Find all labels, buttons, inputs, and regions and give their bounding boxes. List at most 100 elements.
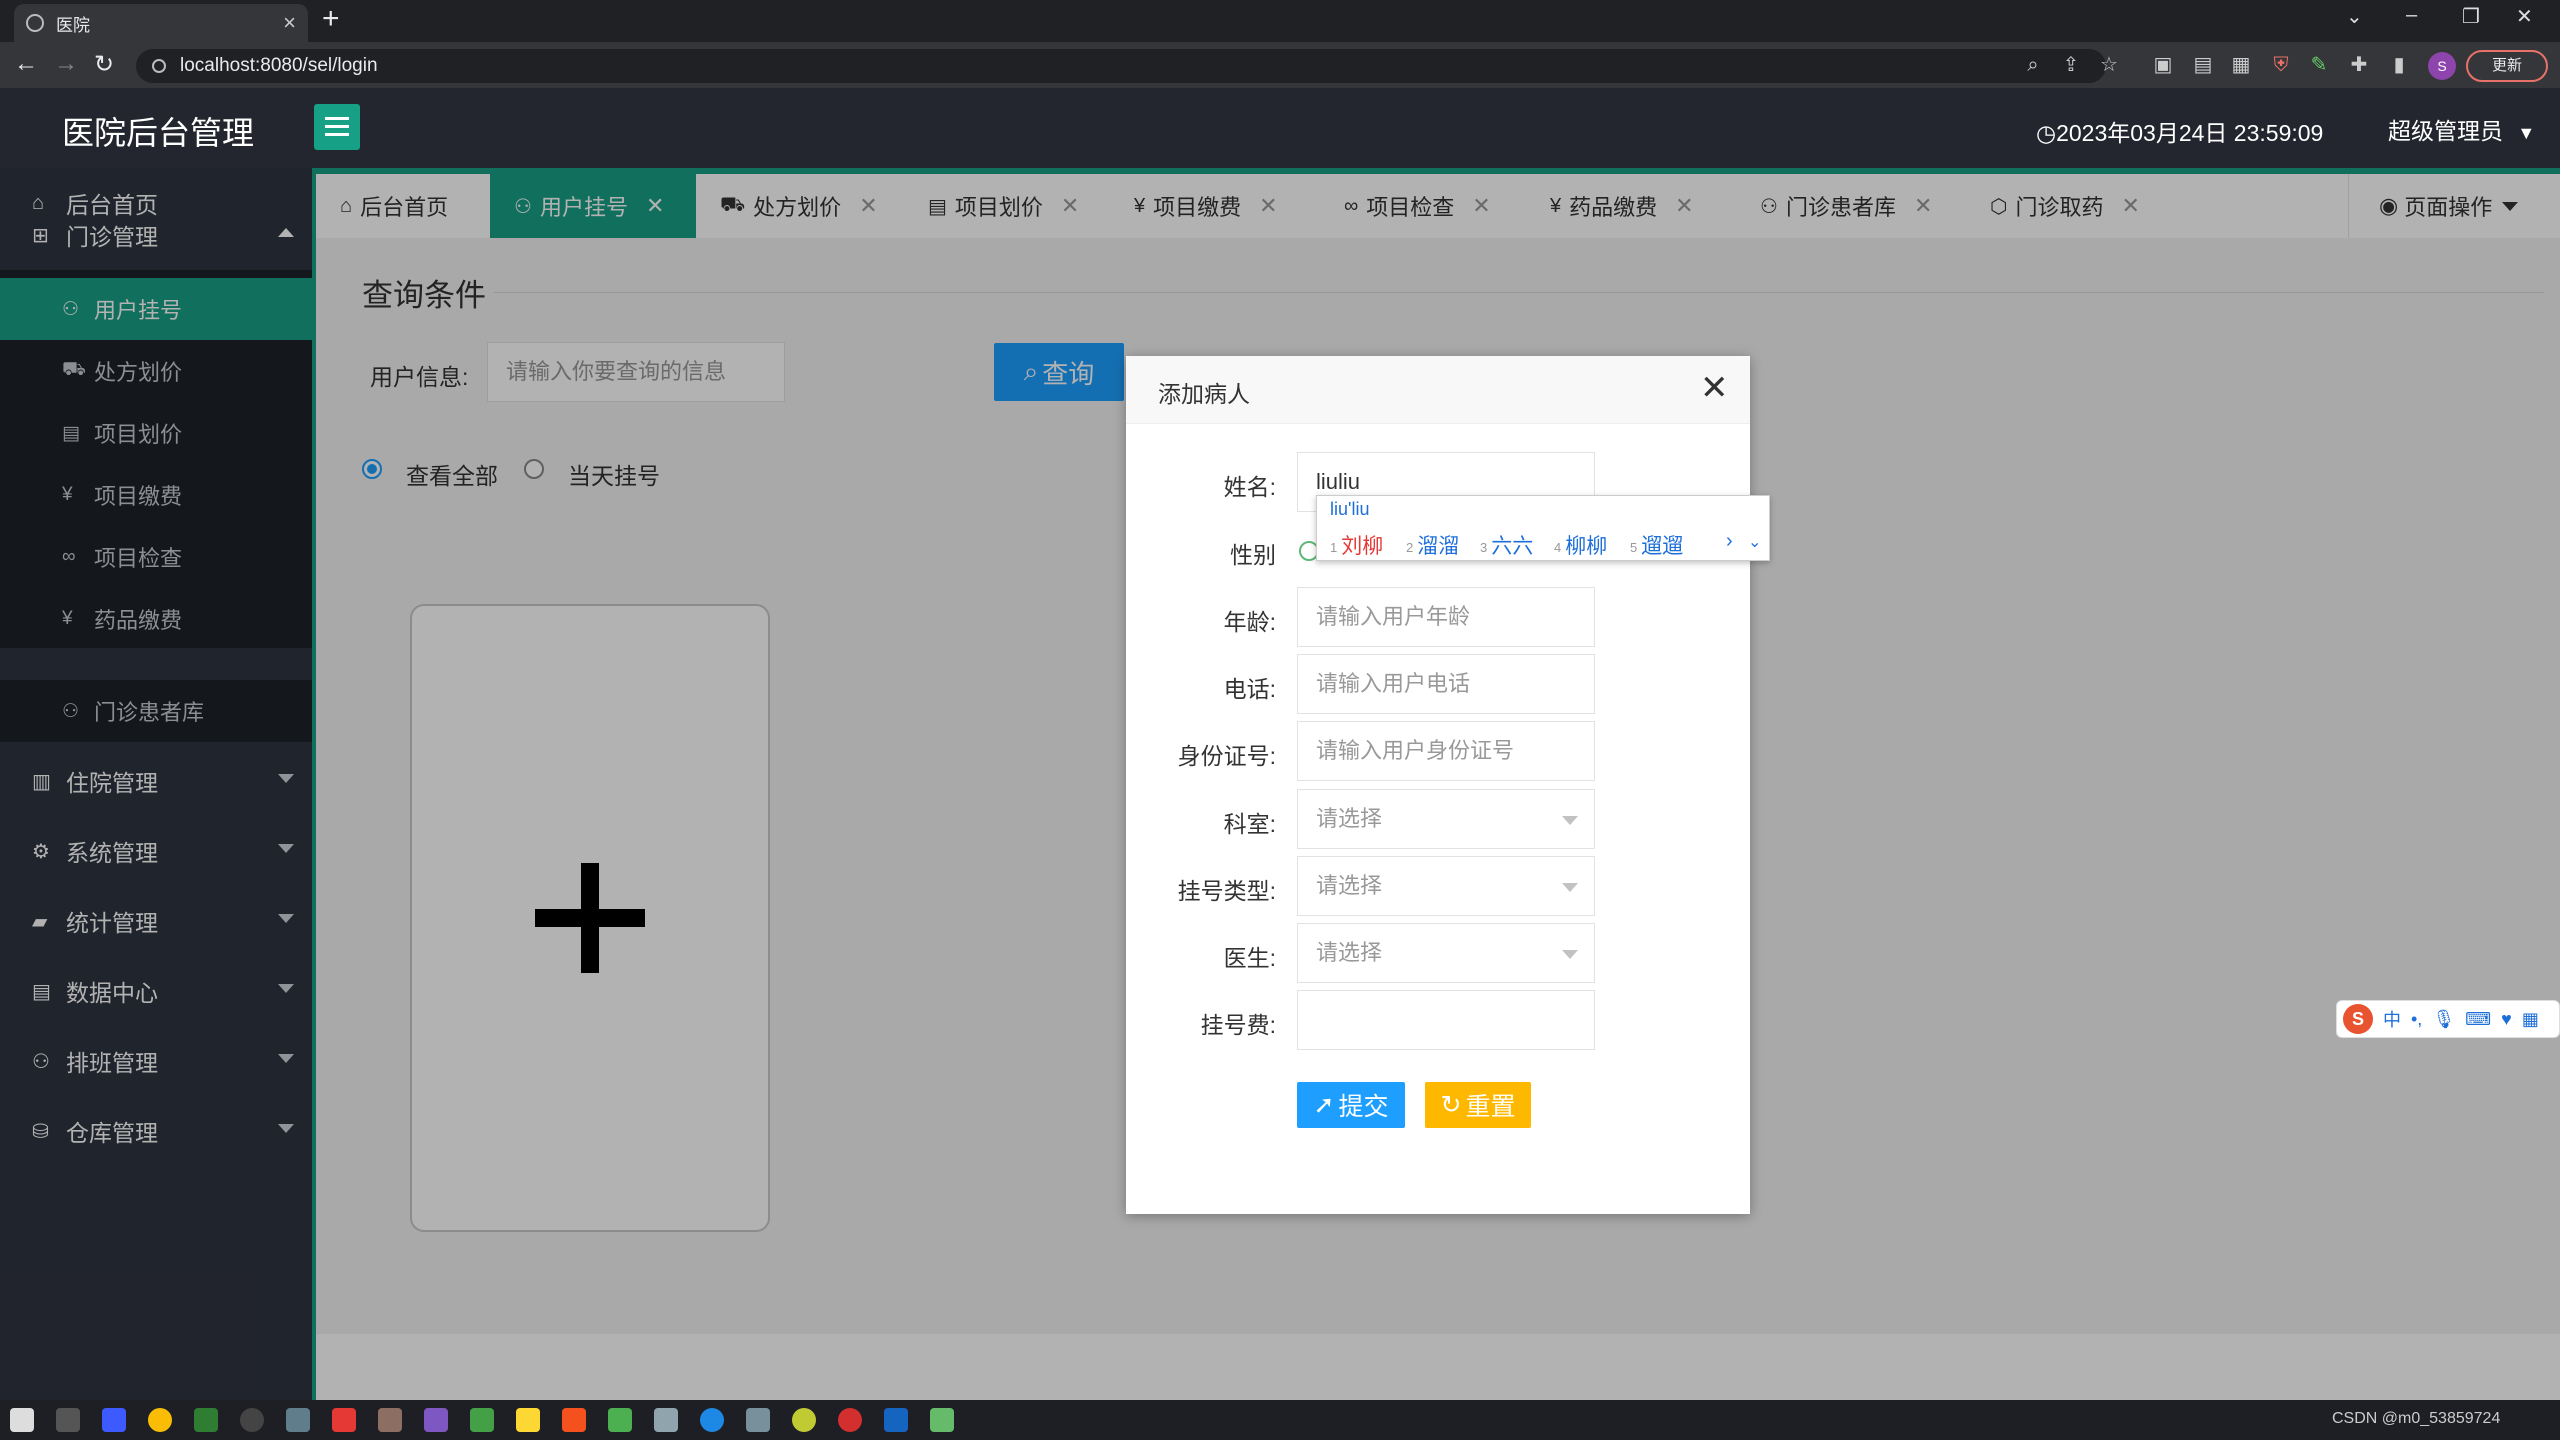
reload-icon[interactable]: ↻ <box>94 50 114 79</box>
app-icon[interactable] <box>240 1408 264 1432</box>
header-user-menu[interactable]: 超级管理员 ▼ <box>2388 112 2535 146</box>
send-icon: ➚ <box>1313 1091 1335 1119</box>
id-number-input[interactable]: 请输入用户身份证号 <box>1297 721 1595 781</box>
folder-icon[interactable] <box>516 1408 540 1432</box>
registration-type-label: 挂号类型: <box>1177 878 1276 904</box>
ime-candidate[interactable]: 2 溜溜 <box>1406 530 1459 560</box>
ime-candidate[interactable]: 5 遛遛 <box>1630 530 1683 560</box>
update-button[interactable]: 更新 <box>2466 50 2548 82</box>
app-icon[interactable] <box>700 1408 724 1432</box>
app-icon[interactable] <box>746 1408 770 1432</box>
app-icon[interactable] <box>654 1408 678 1432</box>
zoom-icon[interactable]: ⌕ <box>2020 52 2046 78</box>
bookmark-star-icon[interactable]: ☆ <box>2096 52 2122 78</box>
reset-button[interactable]: ↻ 重置 <box>1425 1082 1531 1128</box>
forward-icon[interactable]: → <box>54 50 78 78</box>
registration-type-select[interactable]: 请选择 <box>1297 856 1595 916</box>
microphone-icon[interactable]: 🎙 <box>2432 1009 2455 1030</box>
close-window-icon[interactable]: ✕ <box>2516 4 2533 29</box>
app-icon[interactable] <box>102 1408 126 1432</box>
skin-icon[interactable]: ♥ <box>2501 1009 2512 1030</box>
word-icon[interactable] <box>884 1408 908 1432</box>
extension-icon[interactable]: ▣ <box>2150 52 2176 78</box>
share-icon[interactable]: ⇪ <box>2058 52 2084 78</box>
tray-watermark: CSDN @m0_53859724 <box>2332 1410 2501 1427</box>
restore-icon[interactable]: ❐ <box>2462 4 2480 29</box>
ime-next-page-icon[interactable]: › <box>1726 530 1733 553</box>
caret-down-icon <box>1562 950 1578 959</box>
select-placeholder: 请选择 <box>1316 940 1383 965</box>
refresh-icon: ↻ <box>1440 1091 1462 1119</box>
app-icon[interactable] <box>332 1408 356 1432</box>
doctor-select[interactable]: 请选择 <box>1297 923 1595 983</box>
tab-search-icon[interactable]: ⌄ <box>2346 4 2363 29</box>
wechat-icon[interactable] <box>608 1408 632 1432</box>
phone-input[interactable]: 请输入用户电话 <box>1297 654 1595 714</box>
close-icon[interactable]: ✕ <box>1700 368 1729 408</box>
user-name: 超级管理员 <box>2388 118 2503 144</box>
hamburger-icon <box>325 133 349 136</box>
punctuation-icon[interactable]: •, <box>2411 1009 2422 1030</box>
ime-toolbar[interactable]: S 中 •, 🎙 ⌨ ♥ ▦ <box>2336 1000 2560 1038</box>
sidepanel-icon[interactable]: ▮ <box>2386 52 2412 78</box>
app-icon[interactable] <box>470 1408 494 1432</box>
dialog-title: 添加病人 <box>1158 381 1250 407</box>
app-icon[interactable] <box>378 1408 402 1432</box>
phone-label: 电话: <box>1223 676 1276 702</box>
browser-tabstrip <box>0 0 2560 42</box>
gender-label: 性别 <box>1230 542 1276 568</box>
shield-icon[interactable]: ⛨ <box>2268 52 2294 78</box>
app-icon[interactable] <box>930 1408 954 1432</box>
fee-label: 挂号费: <box>1200 1012 1276 1038</box>
reset-label: 重置 <box>1465 1093 1516 1121</box>
apps-icon[interactable]: ▦ <box>2522 1009 2539 1030</box>
submit-button[interactable]: ➚ 提交 <box>1297 1082 1405 1128</box>
profile-avatar[interactable]: S <box>2428 52 2456 80</box>
caret-down-icon: ▼ <box>2517 123 2536 143</box>
url-text: localhost:8080/sel/login <box>180 55 378 76</box>
app-icon[interactable] <box>792 1408 816 1432</box>
ime-composition: liu'liu <box>1330 499 1370 519</box>
extension-icon[interactable]: ▦ <box>2228 52 2254 78</box>
age-input[interactable]: 请输入用户年龄 <box>1297 587 1595 647</box>
ime-expand-icon[interactable]: ⌄ <box>1748 532 1761 552</box>
ime-candidate-window <box>1316 495 1770 561</box>
chrome-icon[interactable] <box>148 1408 172 1432</box>
id-number-label: 身份证号: <box>1177 743 1276 769</box>
header-datetime: ◷2023年03月24日 23:59:09 <box>2036 120 2324 146</box>
minimize-icon[interactable]: – <box>2406 4 2417 27</box>
app-icon[interactable] <box>286 1408 310 1432</box>
doctor-label: 医生: <box>1223 945 1276 971</box>
app-icon[interactable] <box>838 1408 862 1432</box>
globe-icon <box>26 14 44 32</box>
department-label: 科室: <box>1223 811 1276 837</box>
close-tab-icon[interactable]: × <box>283 10 296 36</box>
browser-tab-title: 医院 <box>56 15 90 35</box>
menu-toggle-button[interactable] <box>314 104 360 150</box>
ime-candidate[interactable]: 4 柳柳 <box>1554 530 1607 560</box>
fee-input[interactable] <box>1297 990 1595 1050</box>
app-icon[interactable] <box>424 1408 448 1432</box>
submit-label: 提交 <box>1338 1093 1389 1121</box>
extension-icon[interactable]: ✎ <box>2306 52 2332 78</box>
sogou-logo-icon: S <box>2343 1004 2373 1034</box>
clock-icon: ◷ <box>2036 120 2057 146</box>
extension-icon[interactable]: ▤ <box>2190 52 2216 78</box>
department-select[interactable]: 请选择 <box>1297 789 1595 849</box>
ime-candidate[interactable]: 1 刘柳 <box>1330 530 1383 560</box>
browser-tab[interactable]: 医院 × <box>14 4 308 42</box>
search-icon[interactable] <box>56 1408 80 1432</box>
new-tab-icon[interactable]: + <box>322 2 340 36</box>
keyboard-icon[interactable]: ⌨ <box>2465 1009 2491 1030</box>
ime-mode[interactable]: 中 <box>2383 1006 2401 1032</box>
address-bar[interactable]: localhost:8080/sel/login <box>136 49 2106 83</box>
caret-down-icon <box>1562 883 1578 892</box>
select-placeholder: 请选择 <box>1316 873 1383 898</box>
app-icon[interactable] <box>562 1408 586 1432</box>
back-icon[interactable]: ← <box>14 50 38 78</box>
windows-start-icon[interactable] <box>10 1408 34 1432</box>
app-title: 医院后台管理 <box>62 115 255 151</box>
app-icon[interactable] <box>194 1408 218 1432</box>
ime-candidate[interactable]: 3 六六 <box>1480 530 1533 560</box>
puzzle-icon[interactable]: ✚ <box>2346 52 2372 78</box>
